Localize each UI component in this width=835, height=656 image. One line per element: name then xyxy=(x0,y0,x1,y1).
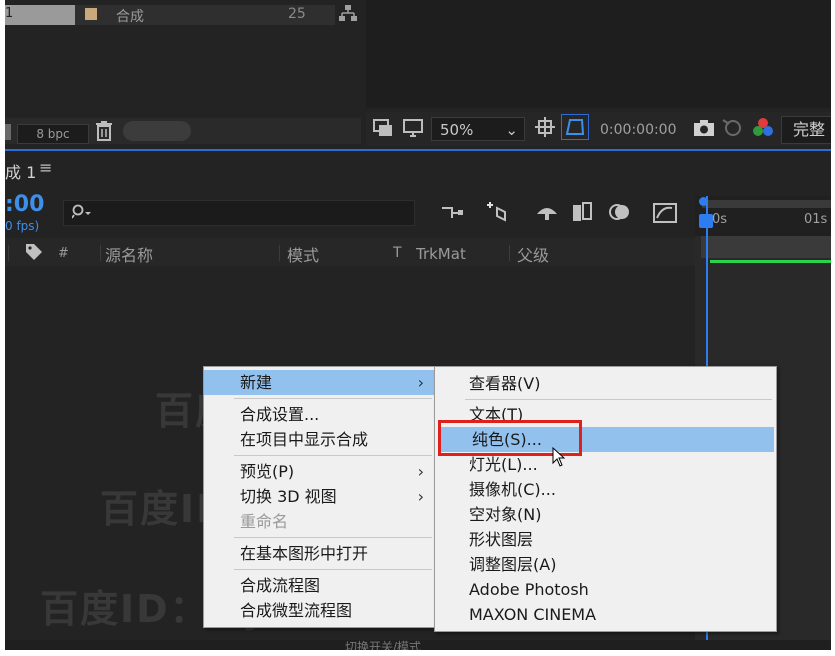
menu-item-comp-mini-flowchart[interactable]: 合成微型流程图 xyxy=(204,598,434,623)
new-submenu: 查看器(V) 文本(T) 纯色(S)... 灯光(L)... 摄像机(C)...… xyxy=(434,366,777,632)
column-divider xyxy=(509,245,510,261)
color-channels-icon[interactable] xyxy=(751,116,775,144)
menu-item-rename: 重命名 xyxy=(240,512,289,531)
column-divider xyxy=(8,245,9,261)
chevron-down-icon: ⌄ xyxy=(505,121,518,139)
submenu-item-maxon-cinema[interactable]: MAXON CINEMA xyxy=(435,602,774,627)
menu-item-open-in-essential-graphics[interactable]: 在基本图形中打开 xyxy=(204,541,434,566)
current-time-display[interactable]: :00 xyxy=(5,192,44,217)
layer-bar-background xyxy=(701,236,831,258)
column-preserve-transparency[interactable]: T xyxy=(393,245,402,261)
column-divider xyxy=(100,245,101,261)
menu-item-comp-flowchart[interactable]: 合成流程图 xyxy=(204,573,434,598)
graph-editor-icon[interactable] xyxy=(652,200,678,228)
layer-search-input[interactable] xyxy=(63,200,415,226)
menu-separator xyxy=(234,398,432,399)
submenu-item-shape-layer[interactable]: 形状图层 xyxy=(435,527,774,552)
column-mode[interactable]: 模式 xyxy=(287,242,319,266)
column-parent[interactable]: 父级 xyxy=(517,242,549,266)
timeline-tab-bar xyxy=(5,151,831,187)
label-tag-icon[interactable] xyxy=(25,243,43,265)
frame-blending-icon[interactable] xyxy=(571,201,593,227)
render-range-bar xyxy=(710,260,831,263)
menu-item-reveal-in-project[interactable]: 在项目中显示合成 xyxy=(204,427,434,452)
resolution-dropdown[interactable]: 完整 xyxy=(781,116,831,144)
toggle-switches-modes[interactable]: 切换开关/模式 xyxy=(345,638,421,650)
flowchart-icon[interactable] xyxy=(338,3,358,27)
column-trkmat[interactable]: TrkMat xyxy=(416,245,466,263)
project-row-selection xyxy=(5,5,75,25)
project-scroll-pill[interactable] xyxy=(123,121,191,141)
project-item-value: 25 xyxy=(288,6,306,22)
context-menu: 新建 合成设置... 在项目中显示合成 预览(P) 切换 3D 视图 重命名 在… xyxy=(203,366,437,628)
search-icon xyxy=(71,204,94,224)
zoom-value: 50% xyxy=(440,121,474,139)
zoom-dropdown[interactable]: 50% ⌄ xyxy=(431,117,525,141)
comp-color-swatch xyxy=(85,8,97,20)
viewer-timecode[interactable]: 0:00:00:00 xyxy=(600,122,677,138)
monitor-icon[interactable] xyxy=(403,118,423,142)
column-layer-number[interactable]: # xyxy=(58,246,69,261)
submenu-item-null-object[interactable]: 空对象(N) xyxy=(435,502,774,527)
draft-3d-icon[interactable] xyxy=(484,200,510,228)
column-source-name[interactable]: 源名称 xyxy=(105,242,153,266)
menu-item-preview[interactable]: 预览(P) xyxy=(204,459,434,484)
menu-separator xyxy=(465,399,772,400)
shy-layers-icon[interactable] xyxy=(534,202,560,226)
fps-display: 0 fps) xyxy=(5,219,40,233)
composition-viewer[interactable] xyxy=(366,0,831,108)
mask-path-visibility-icon[interactable] xyxy=(561,114,589,140)
submenu-item-adobe-photoshop[interactable]: Adobe Photosh xyxy=(435,577,774,602)
menu-separator xyxy=(234,569,432,570)
resolution-grid-icon[interactable] xyxy=(534,116,556,142)
show-snapshot-icon[interactable] xyxy=(721,116,743,142)
work-area-bar[interactable] xyxy=(702,200,831,208)
project-row-index: 1 xyxy=(5,6,14,21)
submenu-item-viewer[interactable]: 查看器(V) xyxy=(435,371,774,396)
snapshot-region-icon[interactable] xyxy=(373,119,393,141)
ruler-label-01s: 01s xyxy=(804,212,828,227)
menu-item-new[interactable]: 新建 xyxy=(204,370,434,395)
motion-blur-icon[interactable] xyxy=(608,200,632,228)
panel-menu-icon[interactable]: ≡ xyxy=(39,158,52,177)
bpc-button[interactable]: 8 bpc xyxy=(17,124,89,144)
interpret-footage-icon[interactable] xyxy=(5,124,11,140)
composition-mini-flowchart-icon[interactable] xyxy=(440,202,464,226)
timeline-footer: 切换开关/模式 xyxy=(5,640,831,650)
timeline-tab-title[interactable]: 成 1 xyxy=(5,159,36,183)
menu-separator xyxy=(234,455,432,456)
mouse-cursor-icon xyxy=(552,446,566,471)
menu-item-comp-settings[interactable]: 合成设置... xyxy=(204,402,434,427)
trash-icon[interactable] xyxy=(95,121,113,145)
ruler-label-0s: 0s xyxy=(712,212,728,227)
project-item-name: 合成 xyxy=(116,9,144,25)
submenu-item-adjustment-layer[interactable]: 调整图层(A) xyxy=(435,552,774,577)
menu-separator xyxy=(234,537,432,538)
submenu-item-camera[interactable]: 摄像机(C)... xyxy=(435,477,774,502)
column-divider xyxy=(279,245,280,261)
camera-snapshot-icon[interactable] xyxy=(693,118,715,142)
menu-item-switch-3d-view[interactable]: 切换 3D 视图 xyxy=(204,484,434,509)
